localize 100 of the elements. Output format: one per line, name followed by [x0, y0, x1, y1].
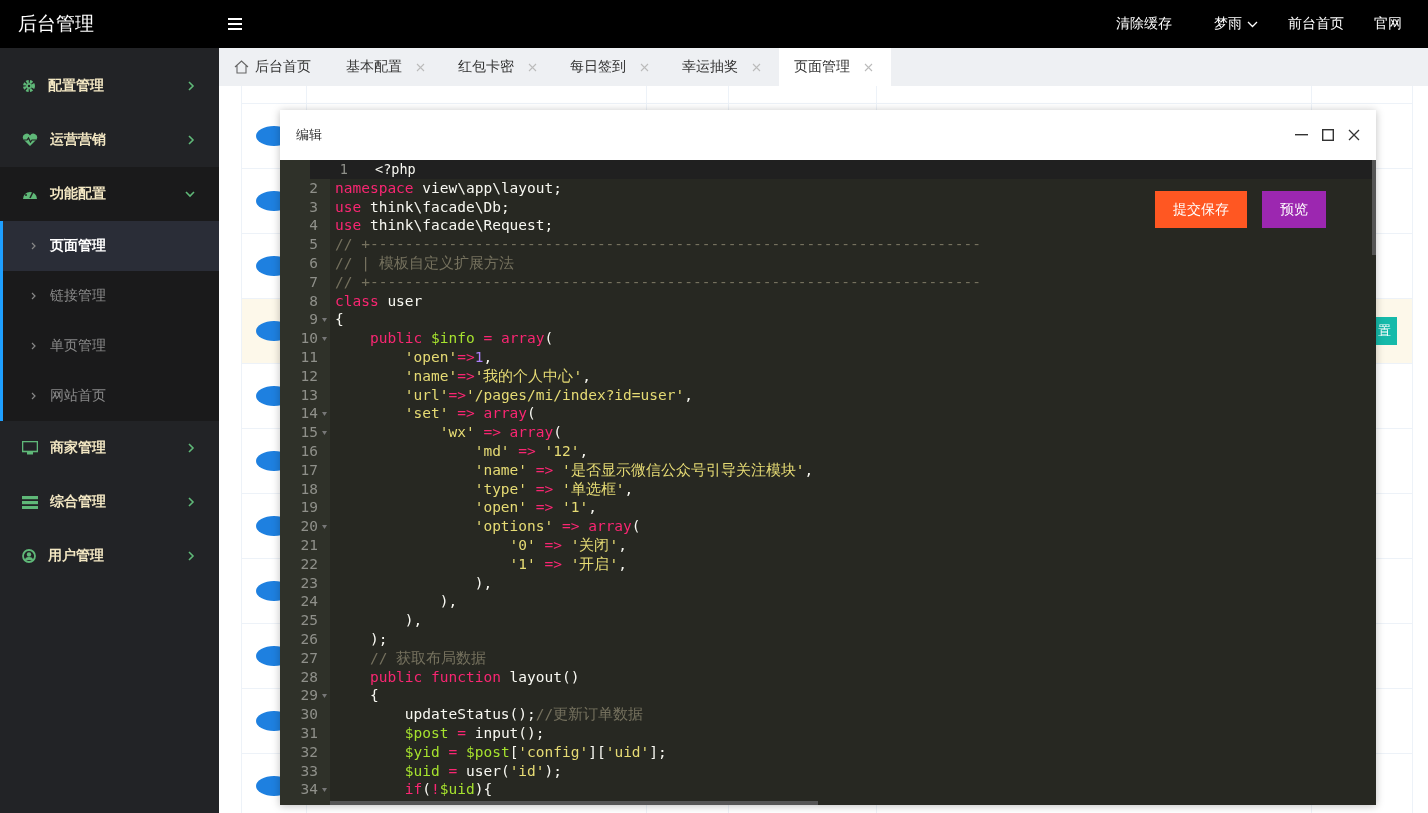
submenu-item[interactable]: 链接管理 [3, 271, 219, 321]
code-string: 'open' [473, 499, 528, 516]
fold-arrow-icon[interactable] [321, 430, 327, 435]
line-number: 12 [299, 366, 318, 386]
chevron-right-icon [188, 443, 195, 453]
line-number: 34 [299, 780, 318, 800]
code-text: ); [368, 630, 388, 647]
menu-icon[interactable] [228, 18, 242, 30]
tab-label: 幸运抽奖 [682, 58, 738, 76]
code-operator: => [543, 555, 562, 572]
line-number: 1 [338, 160, 348, 179]
minimize-icon[interactable] [1295, 134, 1308, 136]
fold-arrow-icon[interactable] [321, 336, 327, 341]
code-string: '/pages/mi/index?id=user' [465, 386, 685, 403]
close-icon[interactable] [1348, 129, 1360, 141]
chevron-right-icon [31, 292, 36, 300]
header-link[interactable]: 前台首页 [1288, 15, 1344, 33]
code-text: { [335, 311, 344, 328]
header-link[interactable]: 清除缓存 [1116, 15, 1172, 33]
tab-label: 红包卡密 [458, 58, 514, 76]
code-string: 'type' [473, 480, 528, 497]
sidebar-item[interactable]: 用户管理 [0, 529, 219, 583]
sidebar-item[interactable]: 配置管理 [0, 59, 219, 113]
tab[interactable]: 红包卡密 [443, 48, 555, 86]
sidebar-label: 用户管理 [48, 547, 105, 565]
sidebar-label: 综合管理 [50, 493, 107, 511]
sidebar-item[interactable]: 综合管理 [0, 475, 219, 529]
code-operator: = [482, 330, 493, 347]
sidebar-item[interactable]: 商家管理 [0, 421, 219, 475]
sidebar-item[interactable]: 运营营销 [0, 113, 219, 167]
submenu-item[interactable]: 页面管理 [3, 221, 219, 271]
submenu-item[interactable]: 单页管理 [3, 321, 219, 371]
line-number: 31 [299, 723, 318, 743]
line-number: 7 [308, 272, 318, 292]
line-number: 8 [308, 291, 318, 311]
code-text: , [582, 367, 591, 384]
sidebar-label: 运营营销 [50, 131, 107, 149]
code-text: ){ [474, 781, 493, 798]
code-string: 'open' [403, 348, 458, 365]
dialog-title: 编辑 [296, 126, 322, 144]
code-text: view\app\layout; [421, 179, 562, 196]
horizontal-scrollbar[interactable] [330, 801, 818, 806]
code-operator: ! [431, 781, 440, 798]
sidebar-label: 功能配置 [50, 185, 107, 203]
tab[interactable]: 基本配置 [331, 48, 443, 86]
code-operator: = [447, 762, 458, 779]
fold-arrow-icon[interactable] [321, 787, 327, 792]
line-number: 15 [299, 423, 318, 442]
code-string: '关闭' [569, 536, 619, 553]
line-number: 22 [299, 554, 318, 574]
tab[interactable]: 幸运抽奖 [667, 48, 779, 86]
code-variable: $post [464, 743, 510, 760]
header-link[interactable]: 官网 [1374, 15, 1402, 33]
line-number: 24 [299, 592, 318, 612]
sidebar-item[interactable]: 功能配置 [0, 167, 219, 221]
tab-label: 每日签到 [570, 58, 626, 76]
code-string: '我的个人中心' [474, 367, 583, 384]
code-text: think\facade\Db; [368, 198, 510, 215]
maximize-icon[interactable] [1322, 129, 1334, 141]
code-operator: => [534, 461, 554, 478]
submenu-label: 页面管理 [50, 237, 106, 255]
code-text: ( [553, 424, 562, 441]
code-operator: => [456, 405, 475, 422]
code-string: 'config' [518, 743, 589, 760]
submenu-label: 单页管理 [50, 337, 106, 355]
line-number: 13 [299, 385, 318, 405]
code-keyword: use [335, 217, 362, 234]
code-text: , [579, 442, 589, 459]
tab[interactable]: 每日签到 [555, 48, 667, 86]
line-number: 32 [299, 742, 318, 762]
fold-arrow-icon[interactable] [321, 317, 327, 322]
code-operator: => [457, 367, 475, 384]
code-number: 1 [474, 348, 484, 365]
sidebar-label: 商家管理 [50, 439, 107, 457]
vertical-scrollbar[interactable] [1372, 160, 1376, 255]
code-string: 'wx' [438, 424, 475, 441]
fold-arrow-icon[interactable] [321, 411, 327, 416]
code-string: 'md' [473, 442, 510, 459]
line-number: 29 [299, 686, 318, 706]
line-number: 17 [299, 460, 318, 480]
code-keyword: array [482, 405, 528, 422]
header-link[interactable]: 梦雨 [1214, 15, 1258, 33]
editor-button[interactable]: 预览 [1262, 191, 1326, 228]
code-operator: => [482, 424, 501, 441]
fold-arrow-icon[interactable] [321, 693, 327, 698]
code-string: 'name' [473, 461, 528, 478]
tab[interactable]: 页面管理 [779, 48, 891, 86]
fold-arrow-icon[interactable] [321, 524, 327, 529]
chevron-right-icon [31, 392, 36, 400]
tab[interactable]: 后台首页 [219, 48, 331, 86]
code-text: ( [527, 405, 536, 422]
code-operator: => [517, 442, 536, 459]
line-number: 26 [299, 629, 318, 649]
tab-label: 基本配置 [346, 58, 402, 76]
line-number: 5 [308, 235, 318, 254]
line-number: 4 [308, 216, 318, 236]
tab-label: 后台首页 [255, 58, 311, 76]
submenu-item[interactable]: 网站首页 [3, 371, 219, 421]
user-icon [22, 549, 36, 563]
line-number: 33 [299, 761, 318, 781]
